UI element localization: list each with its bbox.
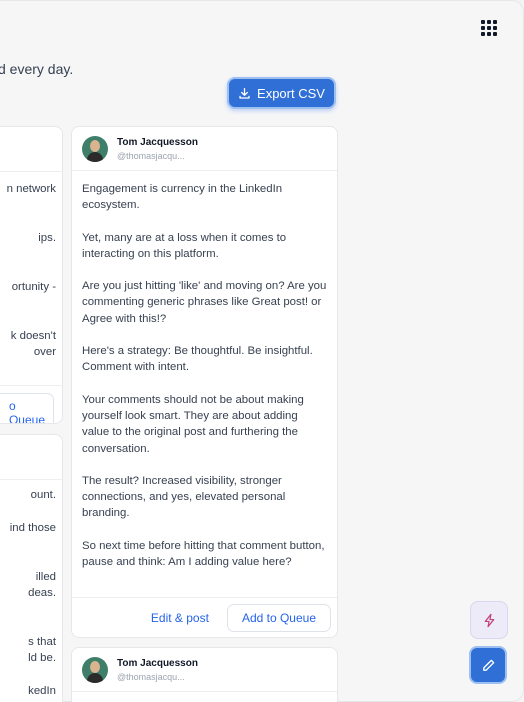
- card-divider: [0, 385, 62, 386]
- post-actions: Edit & post Add to Queue: [72, 597, 337, 637]
- post-header: Tom Jacquesson @thomasjacqu...: [72, 127, 337, 171]
- post-paragraph: Are you just hitting 'like' and moving o…: [82, 280, 327, 325]
- export-csv-label: Export CSV: [257, 85, 325, 101]
- post-author: Tom Jacquesson @thomasjacqu...: [117, 658, 198, 682]
- add-to-queue-button[interactable]: Add to Queue: [226, 603, 331, 632]
- post-text-fragment: s that: [28, 636, 56, 648]
- post-text-fragment: n network: [6, 183, 56, 195]
- bolt-icon: [484, 613, 494, 627]
- post-text-fragment: ld be.: [28, 652, 56, 664]
- page-subtitle: d every day.: [0, 61, 74, 77]
- avatar: [82, 135, 108, 162]
- card-divider: [0, 479, 62, 480]
- pencil-icon: [482, 659, 494, 671]
- post-header: Tom Jacquesson @thomasjacqu...: [72, 648, 337, 692]
- post-text-fragment: deas.: [28, 587, 56, 599]
- post-text-fragment: ortunity -: [11, 281, 56, 293]
- post-paragraph: So next time before hitting that comment…: [82, 539, 325, 569]
- post-text-fragment: ind those: [9, 522, 56, 534]
- post-card: Tom Jacquesson @thomasjacqu... Engagemen…: [71, 126, 338, 638]
- post-paragraph: Here's a strategy: Be thoughtful. Be ins…: [82, 345, 313, 374]
- post-text-fragment: illed: [35, 571, 56, 583]
- post-paragraph: Yet, many are at a loss when it comes to…: [82, 231, 287, 260]
- post-text-fragment: ount.: [30, 489, 56, 501]
- avatar: [82, 656, 108, 683]
- post-card-left-1: n network ips. ortunity - k doesn't over…: [0, 126, 63, 424]
- post-text-fragment: kedIn: [28, 685, 56, 697]
- author-handle: @thomasjacqu...: [117, 671, 185, 682]
- card-divider: [0, 171, 62, 172]
- post-text-fragment: over: [33, 346, 56, 358]
- post-text-fragment: ips.: [38, 232, 56, 244]
- post-body: Engagement is currency in the LinkedIn e…: [72, 171, 337, 570]
- edit-and-post-button[interactable]: Edit & post: [141, 605, 219, 631]
- post-paragraph: The result? Increased visibility, strong…: [82, 474, 286, 520]
- author-handle: @thomasjacqu...: [117, 150, 185, 161]
- post-card: Tom Jacquesson @thomasjacqu...: [71, 647, 338, 702]
- post-paragraph: Your comments should not be about making…: [82, 393, 304, 455]
- grid-icon[interactable]: [479, 18, 499, 38]
- export-csv-button[interactable]: Export CSV: [227, 77, 336, 109]
- post-author: Tom Jacquesson @thomasjacqu...: [117, 137, 198, 161]
- post-paragraph: Engagement is currency in the LinkedIn e…: [82, 183, 283, 212]
- author-name: Tom Jacquesson: [117, 136, 198, 148]
- bolt-button[interactable]: [470, 601, 508, 639]
- author-name: Tom Jacquesson: [117, 657, 198, 669]
- add-to-queue-button[interactable]: o Queue: [0, 393, 54, 423]
- download-icon: [239, 87, 250, 99]
- compose-button[interactable]: [469, 646, 507, 684]
- post-card-left-2: ount. ind those illed deas. s that ld be…: [0, 434, 63, 702]
- post-text-fragment: k doesn't: [10, 330, 56, 342]
